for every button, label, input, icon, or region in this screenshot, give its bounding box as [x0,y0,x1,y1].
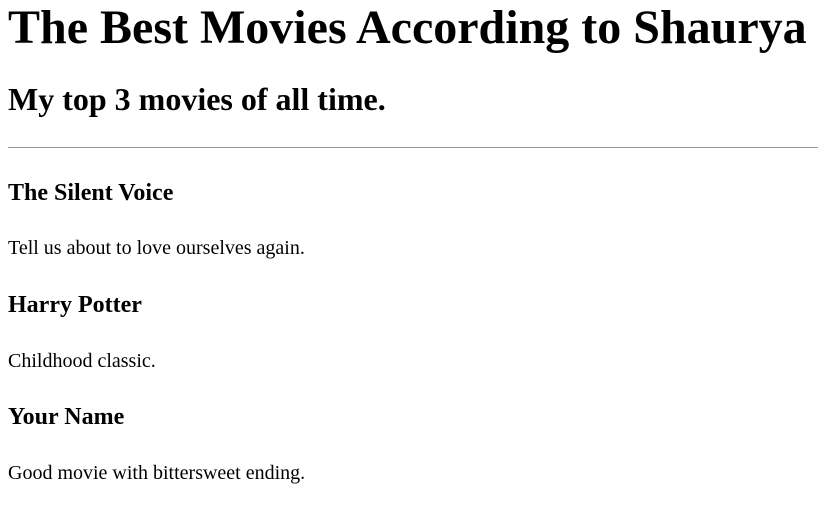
movie-title-harry-potter: Harry Potter [8,292,142,318]
movie-list: The Silent Voice Tell us about to love o… [8,179,818,485]
page-title: The Best Movies According to Shaurya [8,1,807,54]
page: The Best Movies According to Shaurya My … [0,0,826,511]
movie-description-harry-potter: Childhood classic. [8,350,156,372]
movie-title-your-name: Your Name [8,404,125,430]
movie-description-silent-voice: Tell us about to love ourselves again. [8,237,305,259]
divider [8,147,818,148]
page-subtitle: My top 3 movies of all time. [8,81,386,117]
movie-description-your-name: Good movie with bittersweet ending. [8,462,306,484]
movie-title-silent-voice: The Silent Voice [8,180,174,206]
